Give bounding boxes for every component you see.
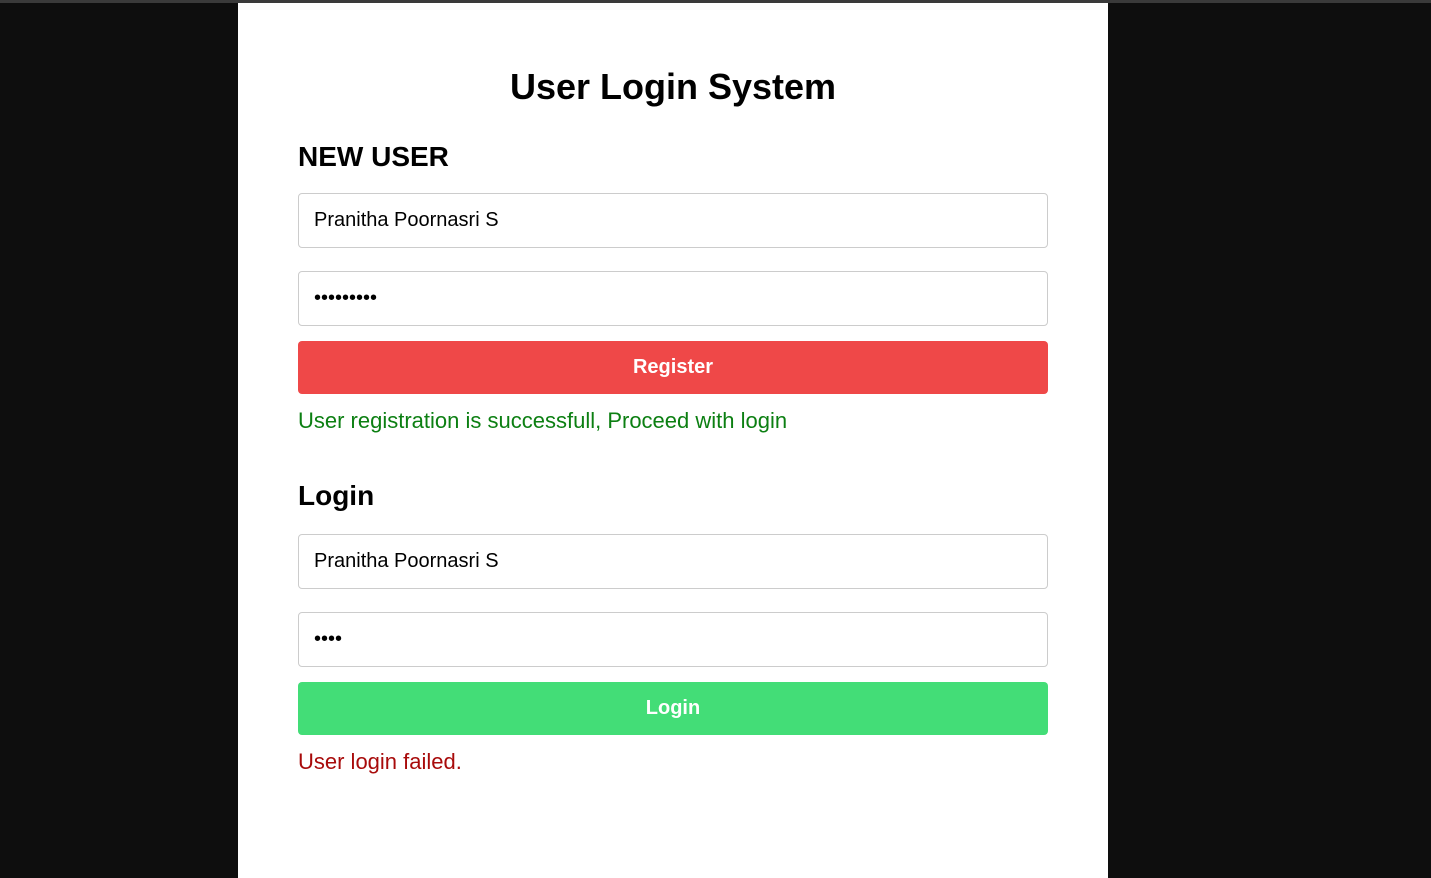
login-username-input[interactable] — [298, 534, 1048, 589]
register-password-input[interactable] — [298, 271, 1048, 326]
login-heading: Login — [298, 480, 375, 511]
page-title: User Login System — [509, 66, 837, 107]
login-status-message: User login failed. — [298, 749, 462, 774]
login-card: User Login System NEW USER Register User… — [238, 3, 1108, 878]
register-username-input[interactable] — [298, 193, 1048, 248]
registration-status-message: User registration is successfull, Procee… — [298, 408, 788, 433]
register-button[interactable]: Register — [298, 341, 1048, 394]
login-button[interactable]: Login — [298, 682, 1048, 735]
new-user-heading: NEW USER — [298, 141, 449, 172]
login-password-input[interactable] — [298, 612, 1048, 667]
